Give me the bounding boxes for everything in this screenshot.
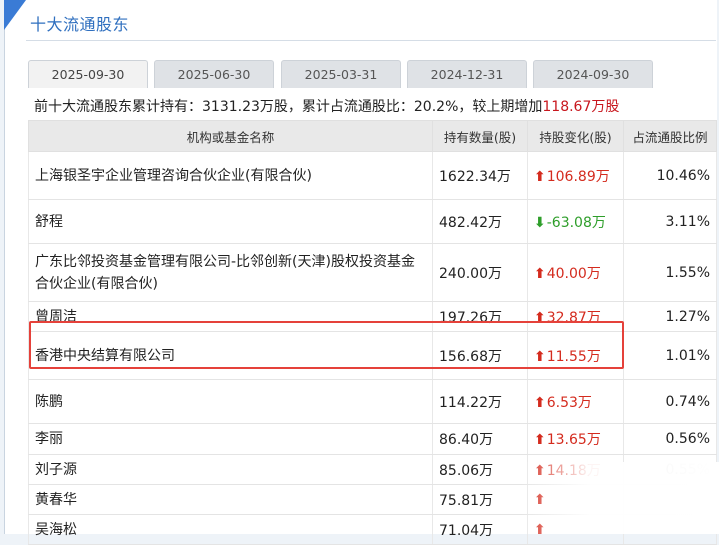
section-title: 十大流通股东 <box>30 15 130 34</box>
change-value: 6.53万 <box>546 394 592 411</box>
holding-amount: 482.42万 <box>432 199 528 244</box>
tab-period-5[interactable]: 2024-09-30 <box>533 60 653 88</box>
holding-amount: 71.04万 <box>432 514 528 545</box>
header-holding: 持有数量(股) <box>432 120 528 152</box>
holder-name: 吴海松 <box>28 514 433 545</box>
header-name: 机构或基金名称 <box>28 120 433 152</box>
holder-name: 黄春华 <box>28 484 433 515</box>
holding-amount: 85.06万 <box>432 454 528 485</box>
change-value: -63.08万 <box>546 214 606 231</box>
header-ratio: 占流通股比例 <box>623 120 717 152</box>
holding-change: ⬆13.65万 <box>527 423 624 455</box>
table-row[interactable]: 舒程 482.42万 ⬇-63.08万 3.11% <box>28 199 717 244</box>
ratio-value: 1.01% <box>623 331 717 380</box>
holder-name: 刘子源 <box>28 454 433 485</box>
holding-amount: 1622.34万 <box>432 151 528 200</box>
arrow-up-icon: ⬆ <box>534 265 546 282</box>
holding-amount: 75.81万 <box>432 484 528 515</box>
holding-amount: 240.00万 <box>432 243 528 302</box>
holder-name: 广东比邻投资基金管理有限公司-比邻创新(天津)股权投资基金合伙企业(有限合伙) <box>28 243 433 302</box>
holding-change: ⬆32.87万 <box>527 301 624 332</box>
holding-change: ⬇-63.08万 <box>527 199 624 244</box>
table-header-row: 机构或基金名称 持有数量(股) 持股变化(股) 占流通股比例 <box>28 120 717 152</box>
table-row[interactable]: 广东比邻投资基金管理有限公司-比邻创新(天津)股权投资基金合伙企业(有限合伙) 2… <box>28 243 717 302</box>
holding-change: ⬆106.89万 <box>527 151 624 200</box>
holding-amount: 86.40万 <box>432 423 528 455</box>
ratio-value: 1.27% <box>623 301 717 332</box>
holding-amount: 197.26万 <box>432 301 528 332</box>
arrow-up-icon: ⬆ <box>534 432 546 448</box>
table-row[interactable]: 上海银圣宇企业管理咨询合伙企业(有限合伙) 1622.34万 ⬆106.89万 10.… <box>28 151 717 200</box>
arrow-up-icon: ⬆ <box>534 348 546 365</box>
header-change: 持股变化(股) <box>527 120 624 152</box>
holding-change: ⬆11.55万 <box>527 331 624 380</box>
holdings-summary: 前十大流通股东累计持有：3131.23万股，累计占流通股比：20.2%，较上期增… <box>34 96 619 116</box>
ratio-value: 10.46% <box>623 151 717 200</box>
table-row[interactable]: 曾周洁 197.26万 ⬆32.87万 1.27% <box>28 301 717 332</box>
summary-change: 118.67万股 <box>542 99 620 115</box>
holder-name: 香港中央结算有限公司 <box>28 331 433 380</box>
tab-period-4[interactable]: 2024-12-31 <box>407 60 527 88</box>
change-value: 13.65万 <box>546 432 601 448</box>
tab-period-1[interactable]: 2025-09-30 <box>28 60 148 88</box>
arrow-up-icon: ⬆ <box>534 168 546 185</box>
holder-name: 陈鹏 <box>28 379 433 424</box>
holder-name: 曾周洁 <box>28 301 433 332</box>
change-value: 11.55万 <box>546 348 601 365</box>
holding-amount: 114.22万 <box>432 379 528 424</box>
change-value: 40.00万 <box>546 265 601 282</box>
holding-change: ⬆40.00万 <box>527 243 624 302</box>
holder-name: 舒程 <box>28 199 433 244</box>
table-row[interactable]: 香港中央结算有限公司 156.68万 ⬆11.55万 1.01% <box>28 331 717 380</box>
arrow-up-icon: ⬆ <box>534 309 546 326</box>
ratio-value: 3.11% <box>623 199 717 244</box>
tab-period-2[interactable]: 2025-06-30 <box>154 60 274 88</box>
table-row[interactable]: 李丽 86.40万 ⬆13.65万 0.56% <box>28 423 717 455</box>
ratio-value: 0.74% <box>623 379 717 424</box>
holding-amount: 156.68万 <box>432 331 528 380</box>
holder-name: 上海银圣宇企业管理咨询合伙企业(有限合伙) <box>28 151 433 200</box>
summary-text: 前十大流通股东累计持有：3131.23万股，累计占流通股比：20.2%，较上期增… <box>34 99 543 115</box>
ratio-value: 0.56% <box>623 423 717 455</box>
holding-change: ⬆6.53万 <box>527 379 624 424</box>
corner-accent <box>4 0 26 30</box>
holder-name: 李丽 <box>28 423 433 455</box>
ratio-value: 1.55% <box>623 243 717 302</box>
table-row[interactable]: 陈鹏 114.22万 ⬆6.53万 0.74% <box>28 379 717 424</box>
watermark-fade <box>520 462 719 534</box>
tab-period-3[interactable]: 2025-03-31 <box>281 60 401 88</box>
arrow-up-icon: ⬆ <box>534 394 546 411</box>
arrow-down-icon: ⬇ <box>534 214 546 231</box>
change-value: 106.89万 <box>546 168 610 185</box>
change-value: 32.87万 <box>546 309 601 326</box>
title-divider <box>26 40 716 41</box>
